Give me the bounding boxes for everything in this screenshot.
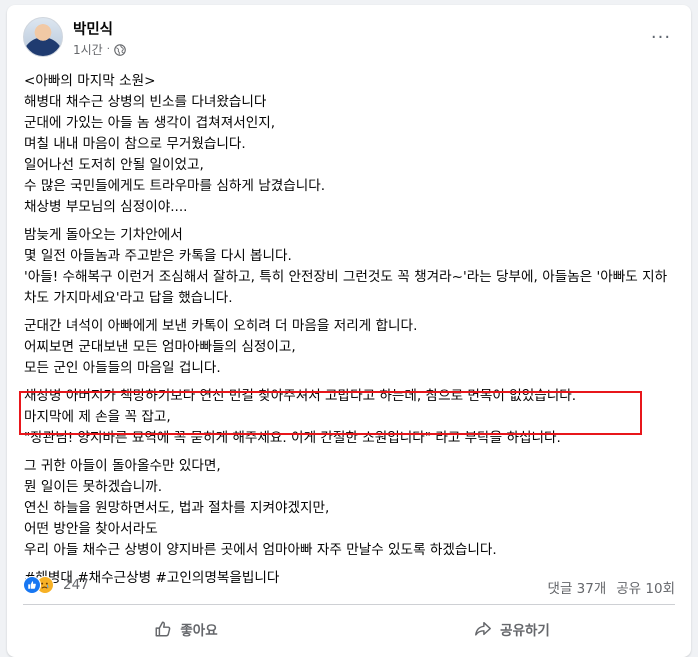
post-text-line: '아들! 수해복구 이런거 조심해서 잘하고, 특히 안전장비 그런것도 꼭 챙…: [24, 269, 668, 306]
post-body: <아빠의 마지막 소원> 해병대 채수근 상병의 빈소를 다녀왔습니다군대에 가있…: [24, 71, 676, 596]
like-label: 좋아요: [180, 623, 218, 639]
globe-icon[interactable]: [114, 43, 126, 56]
post-text-line: 군대간 녀석이 아빠에게 보낸 카톡이 오히려 더 마음을 저리게 합니다.: [24, 318, 418, 334]
thumbs-up-icon: [155, 621, 171, 637]
post-header: 박민식 1시간 · ···: [23, 17, 675, 61]
engagement-counts: 댓글 37개 공유 10회: [548, 577, 675, 597]
post-text-line: 채상병 아버지가 책망하기보다 연신 먼길 찾아주셔서 고맙다고 하는데, 참으…: [24, 388, 577, 404]
post-text-line: 채상병 부모님의 심정이야....: [24, 199, 188, 215]
avatar[interactable]: [23, 17, 63, 57]
like-button[interactable]: 좋아요: [23, 611, 349, 647]
action-bar: 좋아요 공유하기: [23, 611, 675, 647]
reaction-summary[interactable]: 247: [23, 575, 89, 595]
post-paragraph: 채상병 아버지가 책망하기보다 연신 먼길 찾아주셔서 고맙다고 하는데, 참으…: [24, 386, 676, 449]
post-text-line: 마지막에 제 손을 꼭 잡고,: [24, 409, 171, 425]
post-text-line: 연신 하늘을 원망하면서도, 법과 절차를 지켜야겠지만,: [24, 500, 330, 516]
post-text-line: 군대에 가있는 아들 놈 생각이 겹쳐져서인지,: [24, 115, 276, 131]
meta-separator: ·: [106, 44, 110, 55]
post-paragraph: <아빠의 마지막 소원> 해병대 채수근 상병의 빈소를 다녀왔습니다군대에 가있…: [24, 71, 676, 218]
post-text-line: 어떤 방안을 찾아서라도: [24, 521, 158, 537]
share-button[interactable]: 공유하기: [349, 611, 675, 647]
like-reaction-icon: [23, 576, 41, 594]
post-text-line: 일어나선 도저히 안될 일이었고,: [24, 157, 204, 173]
post-paragraph: 그 귀한 아들이 돌아올수만 있다면, 뭔 일이든 못하겠습니까. 연신 하늘을 원…: [24, 456, 676, 561]
post-text-line: 우리 아들 채수근 상병이 양지바른 곳에서 엄마아빠 자주 만날수 있도록 하…: [24, 542, 497, 558]
comment-count[interactable]: 댓글 37개: [548, 577, 607, 597]
post-paragraph: 밤늦게 돌아오는 기차안에서몇 일전 아들놈과 주고받은 카톡을 다시 봅니다.…: [24, 225, 676, 309]
share-icon: [475, 621, 492, 636]
post-meta: 1시간 ·: [73, 41, 126, 58]
post-text-line: 해병대 채수근 상병의 빈소를 다녀왔습니다: [24, 94, 267, 110]
post-paragraph: 군대간 녀석이 아빠에게 보낸 카톡이 오히려 더 마음을 저리게 합니다. 어찌…: [24, 316, 676, 379]
post-text-line: 어찌보면 군대보낸 모든 엄마아빠들의 심정이고,: [24, 339, 296, 355]
divider: [23, 604, 675, 605]
reaction-icons: [23, 575, 57, 595]
share-label: 공유하기: [500, 623, 550, 639]
post-text-line: 그 귀한 아들이 돌아올수만 있다면,: [24, 458, 221, 474]
author-name[interactable]: 박민식: [73, 18, 113, 39]
post-text-line: 모든 군인 아들들의 마음일 겁니다.: [24, 360, 221, 376]
post-text-line: 며칠 내내 마음이 참으로 무거웠습니다.: [24, 136, 246, 152]
post-text-line: <아빠의 마지막 소원>: [24, 73, 156, 89]
post-text-line: 몇 일전 아들놈과 주고받은 카톡을 다시 봅니다.: [24, 248, 292, 264]
share-count[interactable]: 공유 10회: [616, 577, 675, 597]
post-card: 박민식 1시간 · ··· <아빠의 마지막 소원> 해병대 채수근 상병의 빈소…: [7, 5, 691, 657]
post-text-line: "장관님! 양지바른 묘역에 꼭 묻히게 해주세요. 이게 간절한 소원입니다"…: [24, 430, 561, 446]
post-text-line: 밤늦게 돌아오는 기차안에서: [24, 227, 183, 243]
reaction-count[interactable]: 247: [63, 577, 89, 593]
post-text-line: 수 많은 국민들에게도 트라우마를 심하게 남겼습니다.: [24, 178, 326, 194]
more-options-button[interactable]: ···: [647, 23, 675, 51]
post-text-line: 뭔 일이든 못하겠습니까.: [24, 479, 163, 495]
post-time[interactable]: 1시간: [73, 41, 103, 58]
